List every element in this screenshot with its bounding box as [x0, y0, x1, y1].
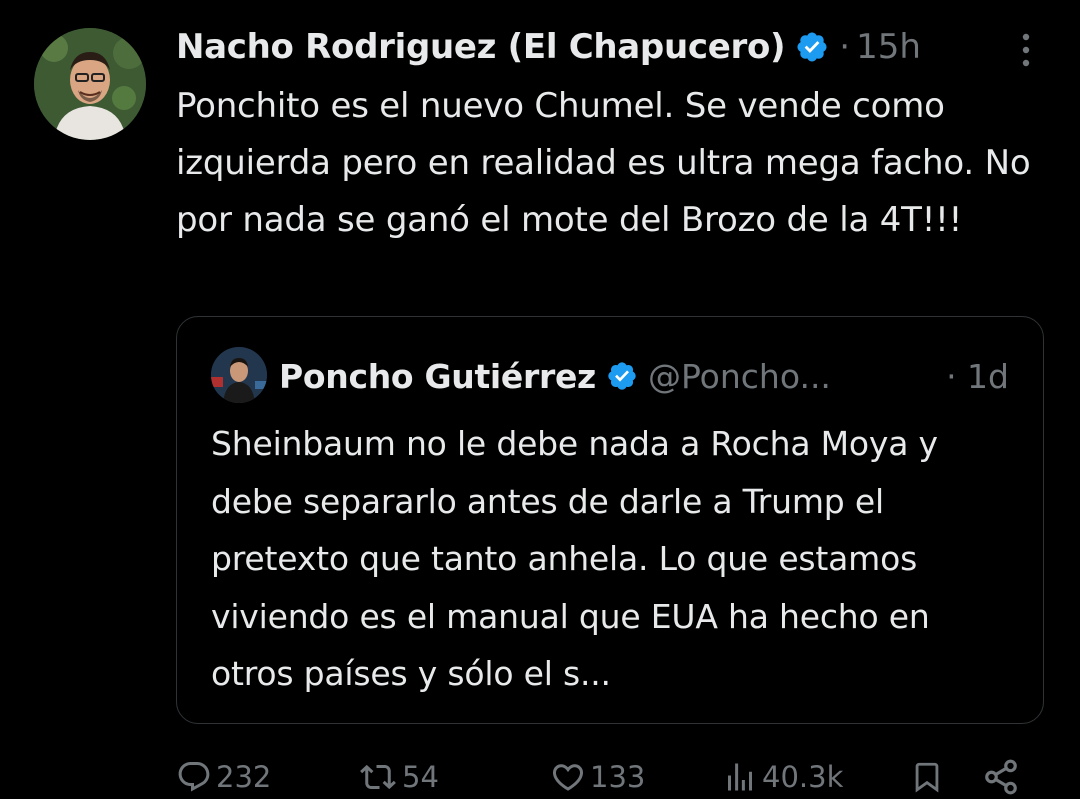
share-button[interactable] [982, 752, 1020, 799]
verified-badge-icon [795, 30, 829, 64]
reply-button[interactable]: 232 [176, 752, 271, 799]
share-icon [982, 758, 1020, 796]
author-name[interactable]: Nacho Rodriguez (El Chapucero) [176, 27, 786, 67]
bookmark-button[interactable] [910, 752, 944, 799]
tweet-header: Nacho Rodriguez (El Chapucero) · 15h [176, 24, 921, 70]
like-icon [550, 759, 586, 795]
quoted-tweet-header: Poncho Gutiérrez @Poncho... [279, 351, 1019, 401]
like-count: 133 [590, 760, 646, 794]
author-avatar[interactable] [34, 28, 146, 140]
retweet-count: 54 [402, 760, 439, 794]
bookmark-icon [910, 759, 944, 795]
views-button[interactable]: 40.3k [722, 752, 843, 799]
more-options-icon[interactable] [1016, 30, 1036, 70]
verified-badge-icon [606, 360, 638, 392]
views-icon [722, 759, 758, 795]
reply-count: 232 [216, 760, 272, 794]
tweet-actions: 232 54 133 40.3k [176, 752, 1056, 799]
views-count: 40.3k [762, 760, 844, 794]
like-button[interactable]: 133 [550, 752, 645, 799]
quoted-author-name[interactable]: Poncho Gutiérrez [279, 357, 596, 396]
tweet[interactable]: Nacho Rodriguez (El Chapucero) · 15h Pon… [0, 0, 1080, 799]
tweet-text: Ponchito es el nuevo Chumel. Se vende co… [176, 86, 1031, 240]
quoted-tweet-text: Sheinbaum no le debe nada a Rocha Moya y… [211, 424, 938, 693]
retweet-button[interactable]: 54 [358, 752, 439, 799]
quoted-author-avatar[interactable] [211, 347, 267, 403]
quoted-author-handle[interactable]: @Poncho... [648, 357, 831, 396]
reply-icon [176, 759, 212, 795]
retweet-icon [358, 759, 398, 795]
quoted-tweet[interactable]: Poncho Gutiérrez @Poncho... · 1d Sheinba… [176, 316, 1044, 724]
separator-dot: · [839, 27, 851, 67]
tweet-time[interactable]: 15h [856, 27, 921, 67]
quoted-tweet-time[interactable]: · 1d [946, 351, 1009, 401]
